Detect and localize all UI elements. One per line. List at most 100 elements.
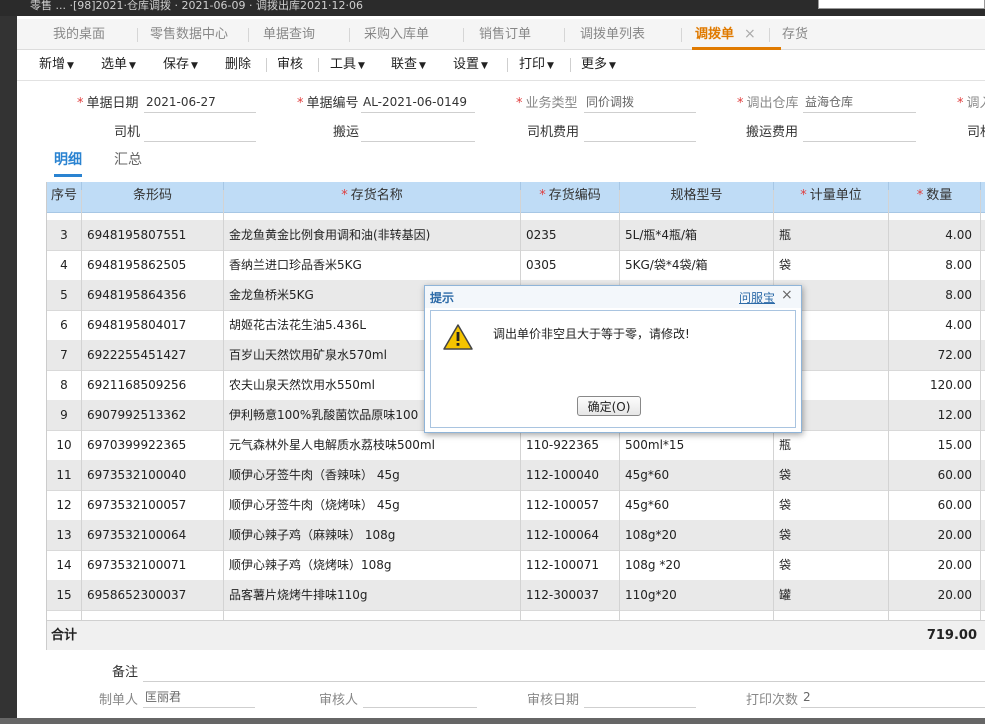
cell-item-name[interactable]: 顺伊心牙签牛肉（烧烤味） 45g bbox=[224, 490, 521, 520]
toolbar-select-button[interactable]: 选单 ▼ bbox=[101, 50, 136, 80]
table-row[interactable]: 15 6958652300037 品客薯片烧烤牛排味110g 112-300037 11… bbox=[47, 580, 985, 611]
cell-unit[interactable]: 瓶 bbox=[774, 220, 889, 250]
cell-unit[interactable] bbox=[774, 190, 889, 220]
toolbar-save-button[interactable]: 保存 ▼ bbox=[163, 50, 198, 80]
toolbar-more-button[interactable]: 更多 ▼ bbox=[581, 50, 616, 80]
toolbar-new-button[interactable]: 新增 ▼ bbox=[39, 50, 74, 80]
cell-barcode[interactable]: 6948195862505 bbox=[82, 250, 224, 280]
cell-barcode[interactable]: 6948195804017 bbox=[82, 310, 224, 340]
cell-barcode[interactable]: 6921168509256 bbox=[82, 370, 224, 400]
cell-barcode[interactable]: 6973532100064 bbox=[82, 520, 224, 550]
cell-qty[interactable]: 15.00 bbox=[889, 430, 981, 460]
cell-spec[interactable]: 108g*20 bbox=[620, 520, 774, 550]
cell-barcode[interactable]: 6970399922365 bbox=[82, 430, 224, 460]
cell-item-name[interactable]: 顺伊心辣子鸡（麻辣味） 108g bbox=[224, 520, 521, 550]
cell-unit[interactable]: 袋 bbox=[774, 460, 889, 490]
table-row[interactable]: 11 6973532100040 顺伊心牙签牛肉（香辣味） 45g 112-10004… bbox=[47, 460, 985, 491]
toolbar-delete-button[interactable]: 删除 bbox=[225, 50, 251, 80]
cell-barcode[interactable]: 6907992513362 bbox=[82, 400, 224, 430]
tab-desktop[interactable]: 我的桌面 bbox=[53, 19, 105, 49]
table-row[interactable]: 4 6948195862505 香纳兰进口珍品香米5KG 0305 5KG/袋*4袋/箱… bbox=[47, 250, 985, 281]
driver-fee-field[interactable] bbox=[584, 121, 696, 142]
cell-index[interactable]: 3 bbox=[47, 220, 82, 250]
tab-purchase-receipt[interactable]: 采购入库单 bbox=[364, 19, 429, 49]
cell-qty[interactable]: 60.00 bbox=[889, 490, 981, 520]
toolbar-tools-button[interactable]: 工具 ▼ bbox=[330, 50, 365, 80]
cell-index[interactable]: 13 bbox=[47, 520, 82, 550]
cell-item-code[interactable]: 0305 bbox=[521, 250, 620, 280]
cell-barcode[interactable]: 6958652300037 bbox=[82, 580, 224, 610]
carry-fee-field[interactable] bbox=[803, 121, 916, 142]
cell-index[interactable]: 7 bbox=[47, 340, 82, 370]
cell-qty[interactable]: 12.00 bbox=[889, 400, 981, 430]
cell-qty[interactable]: 8.00 bbox=[889, 250, 981, 280]
cell-index[interactable] bbox=[47, 190, 82, 220]
cell-index[interactable]: 6 bbox=[47, 310, 82, 340]
biz-type-field[interactable]: 同价调拨 bbox=[584, 92, 696, 113]
cell-index[interactable]: 4 bbox=[47, 250, 82, 280]
cell-index[interactable]: 5 bbox=[47, 280, 82, 310]
cell-item-code[interactable]: 112-300037 bbox=[521, 580, 620, 610]
cell-spec[interactable]: 45g*60 bbox=[620, 460, 774, 490]
cell-unit[interactable]: 袋 bbox=[774, 550, 889, 580]
global-search-input[interactable] bbox=[818, 0, 985, 9]
cell-barcode[interactable]: 6948195807551 bbox=[82, 220, 224, 250]
cell-item-name[interactable] bbox=[224, 190, 521, 220]
dialog-ok-button[interactable]: 确定(O) bbox=[577, 396, 641, 416]
cell-index[interactable]: 14 bbox=[47, 550, 82, 580]
table-row[interactable]: 10 6970399922365 元气森林外星人电解质水荔枝味500ml 110-92… bbox=[47, 430, 985, 461]
remark-field[interactable] bbox=[143, 661, 985, 682]
cell-item-code[interactable]: 112-100057 bbox=[521, 490, 620, 520]
dialog-help-link[interactable]: 问服宝 bbox=[739, 289, 775, 306]
cell-spec[interactable]: 108g *20 bbox=[620, 550, 774, 580]
cell-item-name[interactable]: 顺伊心牙签牛肉（香辣味） 45g bbox=[224, 460, 521, 490]
cell-unit[interactable]: 罐 bbox=[774, 580, 889, 610]
dialog-close-icon[interactable]: × bbox=[781, 287, 793, 303]
doc-no-field[interactable]: AL-2021-06-0149 bbox=[361, 92, 475, 113]
toolbar-settings-button[interactable]: 设置 ▼ bbox=[453, 50, 488, 80]
cell-item-name[interactable]: 品客薯片烧烤牛排味110g bbox=[224, 580, 521, 610]
cell-index[interactable]: 10 bbox=[47, 430, 82, 460]
cell-unit[interactable]: 瓶 bbox=[774, 430, 889, 460]
table-row[interactable]: 14 6973532100071 顺伊心辣子鸡（烧烤味）108g 112-100071… bbox=[47, 550, 985, 581]
tab-document-query[interactable]: 单据查询 bbox=[263, 19, 315, 49]
carry-field[interactable] bbox=[361, 121, 475, 142]
close-tab-icon[interactable]: × bbox=[744, 26, 756, 42]
cell-item-code[interactable]: 110-922365 bbox=[521, 430, 620, 460]
cell-qty[interactable]: 120.00 bbox=[889, 370, 981, 400]
cell-barcode[interactable] bbox=[82, 190, 224, 220]
table-row[interactable]: 3 6948195807551 金龙鱼黄金比例食用调和油(非转基因) 0235 5L/瓶… bbox=[47, 220, 985, 251]
cell-index[interactable]: 11 bbox=[47, 460, 82, 490]
subtab-summary[interactable]: 汇总 bbox=[114, 148, 142, 174]
cell-qty[interactable]: 4.00 bbox=[889, 310, 981, 340]
subtab-detail[interactable]: 明细 bbox=[54, 148, 82, 177]
tab-inventory[interactable]: 存货 bbox=[782, 19, 808, 49]
cell-barcode[interactable]: 6948195864356 bbox=[82, 280, 224, 310]
cell-item-name[interactable]: 元气森林外星人电解质水荔枝味500ml bbox=[224, 430, 521, 460]
cell-item-code[interactable]: 112-100064 bbox=[521, 520, 620, 550]
cell-item-code[interactable]: 112-100040 bbox=[521, 460, 620, 490]
cell-unit[interactable]: 袋 bbox=[774, 490, 889, 520]
cell-spec[interactable] bbox=[620, 190, 774, 220]
tab-transfer-list[interactable]: 调拨单列表 bbox=[580, 19, 645, 49]
cell-unit[interactable]: 袋 bbox=[774, 250, 889, 280]
cell-qty[interactable] bbox=[889, 190, 981, 220]
cell-qty[interactable]: 8.00 bbox=[889, 280, 981, 310]
cell-index[interactable]: 12 bbox=[47, 490, 82, 520]
tab-transfer-order[interactable]: 调拨单 × bbox=[692, 19, 781, 50]
cell-qty[interactable]: 60.00 bbox=[889, 460, 981, 490]
tab-sales-order[interactable]: 销售订单 bbox=[479, 19, 531, 49]
cell-qty[interactable]: 20.00 bbox=[889, 550, 981, 580]
cell-barcode[interactable]: 6973532100071 bbox=[82, 550, 224, 580]
cell-qty[interactable]: 20.00 bbox=[889, 580, 981, 610]
cell-barcode[interactable]: 6973532100040 bbox=[82, 460, 224, 490]
out-warehouse-field[interactable]: 益海仓库 bbox=[803, 92, 916, 113]
cell-barcode[interactable]: 6922255451427 bbox=[82, 340, 224, 370]
cell-unit[interactable]: 袋 bbox=[774, 520, 889, 550]
cell-barcode[interactable]: 6973532100057 bbox=[82, 490, 224, 520]
table-row[interactable] bbox=[47, 190, 985, 221]
cell-item-code[interactable]: 0235 bbox=[521, 220, 620, 250]
cell-qty[interactable]: 20.00 bbox=[889, 520, 981, 550]
driver-field[interactable] bbox=[144, 121, 256, 142]
cell-index[interactable]: 15 bbox=[47, 580, 82, 610]
